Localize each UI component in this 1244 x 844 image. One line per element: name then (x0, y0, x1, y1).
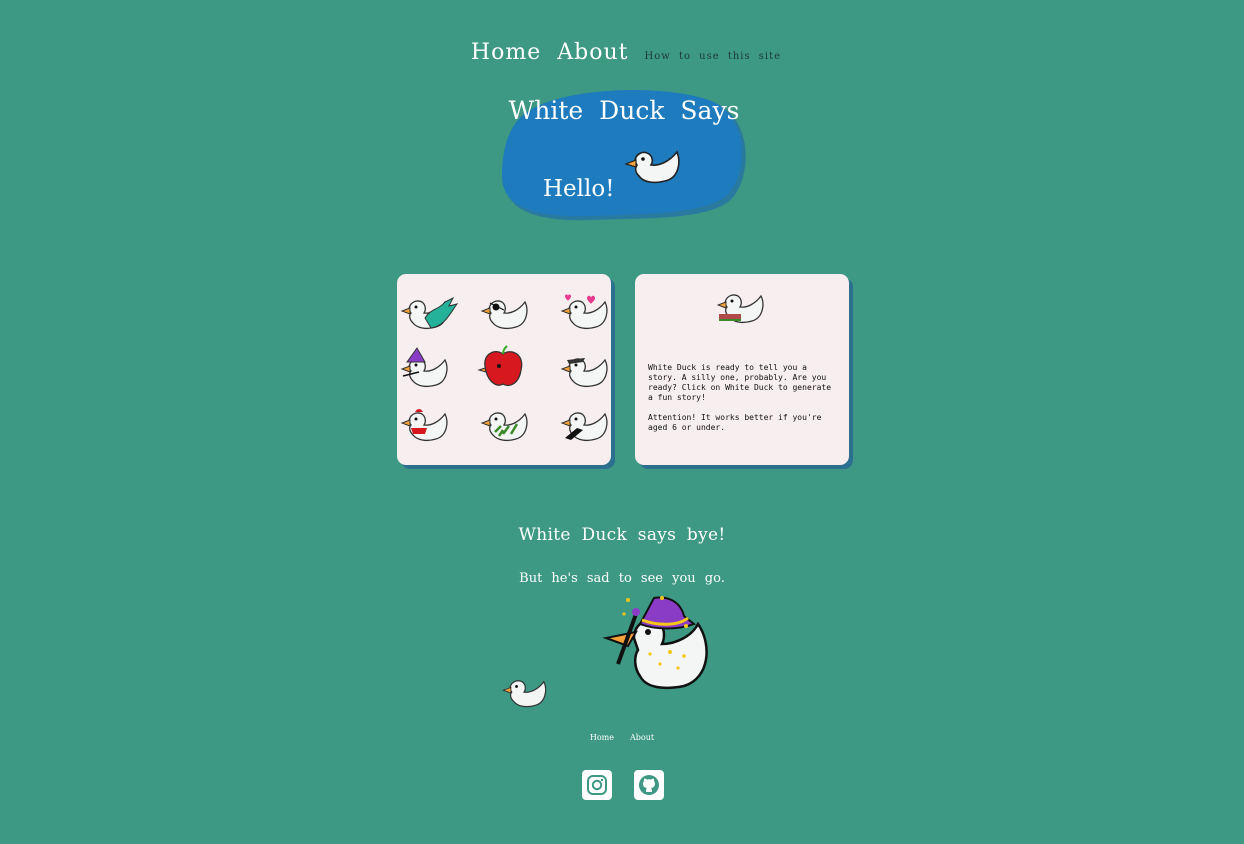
footer-home-link[interactable]: Home (590, 733, 614, 742)
footer-about-link[interactable]: About (630, 733, 654, 742)
mustache-duck-icon (561, 412, 608, 442)
pirate-duck-icon (481, 300, 528, 330)
hero-title: White Duck Says (508, 96, 740, 125)
hero-greeting: Hello! (543, 176, 615, 202)
wizard-duck-icon (602, 596, 708, 690)
top-nav: Home About How to use this site (0, 40, 1244, 65)
nav-how-to-link[interactable]: How to use this site (644, 51, 781, 62)
social-links (582, 770, 664, 800)
story-paragraph-2: Attention! It works better if you're age… (648, 413, 822, 432)
story-paragraph-1: White Duck is ready to tell you a story.… (648, 363, 832, 402)
mermaid-duck-icon (401, 296, 459, 330)
story-card: White Duck is ready to tell you a story.… (635, 274, 849, 465)
footer-nav: Home About (0, 733, 1244, 742)
farewell-title: White Duck says bye! (518, 525, 726, 545)
love-duck-icon (561, 294, 608, 330)
story-description: White Duck is ready to tell you a story.… (648, 363, 840, 433)
github-icon[interactable] (634, 770, 664, 800)
hero-section: White Duck Says Hello! (502, 90, 746, 222)
farewell-subtitle: But he's sad to see you go. (519, 571, 725, 586)
duck-grid (401, 294, 608, 442)
story-duck-button[interactable] (717, 292, 765, 326)
hat-duck-icon (561, 358, 608, 388)
nav-home-link[interactable]: Home (471, 40, 541, 65)
leaf-duck-icon (481, 412, 528, 442)
scarf-duck-icon (401, 409, 448, 442)
white-duck-icon[interactable] (625, 148, 681, 184)
duck-gallery-card (397, 274, 611, 465)
small-duck-icon (502, 680, 547, 708)
nav-about-link[interactable]: About (557, 40, 628, 65)
wizard-duck-icon (401, 347, 448, 388)
apple-duck-icon (477, 345, 523, 387)
instagram-icon[interactable] (582, 770, 612, 800)
